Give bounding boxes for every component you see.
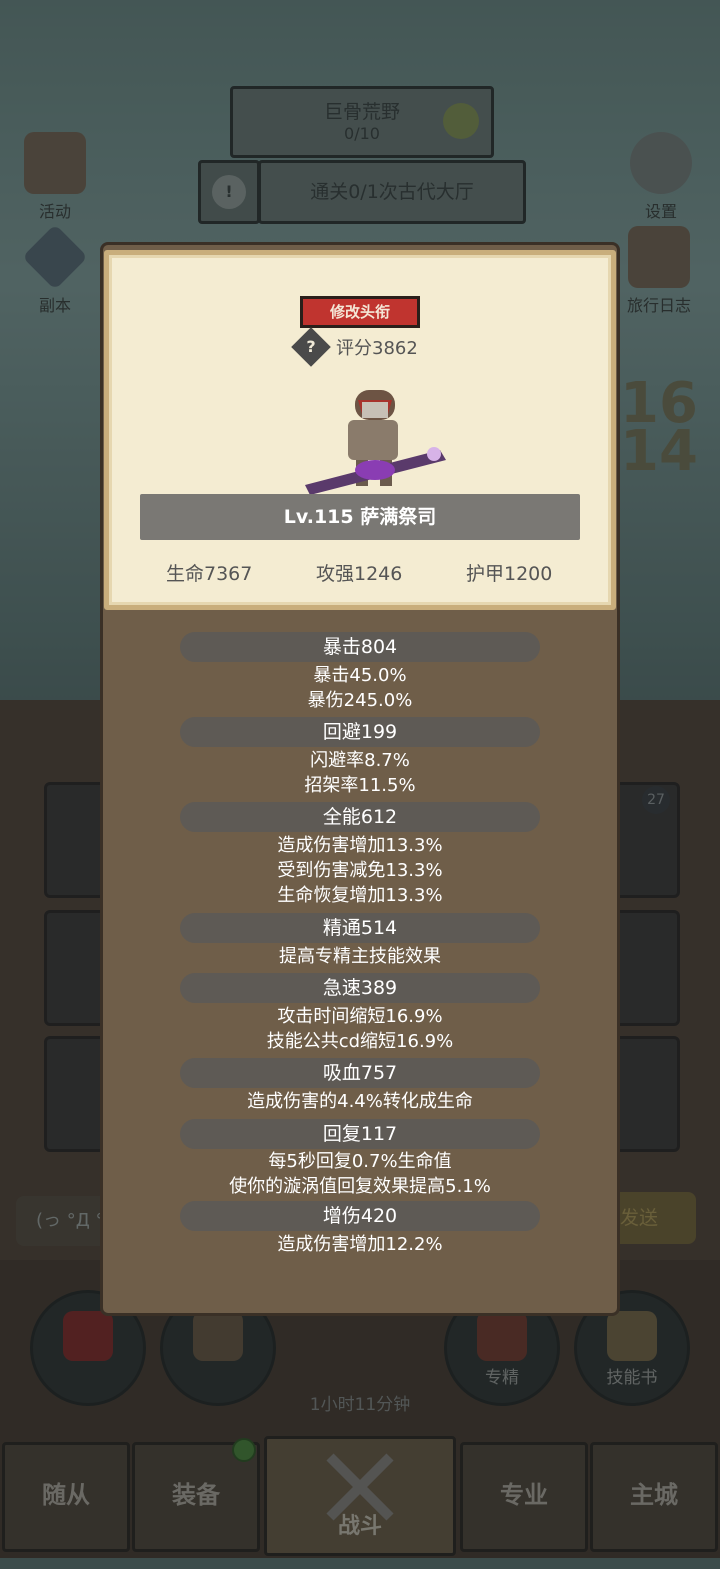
attack-stat: 攻强1246 xyxy=(316,563,403,585)
stat-line: 造成伤害增加13.3% xyxy=(277,835,443,856)
stat-header-avoidance: 回避199 xyxy=(180,717,540,747)
edit-title-button[interactable]: 修改头衔 xyxy=(300,296,420,328)
stat-header-regen: 回复117 xyxy=(180,1119,540,1149)
stat-line: 暴伤245.0% xyxy=(307,690,413,711)
stat-line: 攻击时间缩短16.9% xyxy=(277,1006,443,1027)
stat-line: 造成伤害的4.4%转化成生命 xyxy=(247,1091,473,1112)
stat-line: 暴击45.0% xyxy=(313,665,407,686)
character-name: Lv.115 萨满祭司 xyxy=(140,494,580,540)
stat-line: 使你的漩涡值回复效果提高5.1% xyxy=(229,1176,491,1197)
character-avatar xyxy=(305,390,446,495)
hp-stat: 生命7367 xyxy=(166,563,253,585)
stat-header-mastery: 精通514 xyxy=(180,913,540,943)
stat-line: 造成伤害增加12.2% xyxy=(277,1234,443,1255)
stat-line: 闪避率8.7% xyxy=(310,750,410,771)
score-text: 评分3862 xyxy=(336,338,418,359)
stat-line: 每5秒回复0.7%生命值 xyxy=(268,1151,452,1172)
stat-line: 受到伤害减免13.3% xyxy=(277,860,443,881)
stat-line: 技能公共cd缩短16.9% xyxy=(266,1031,454,1052)
stat-header-lifesteal: 吸血757 xyxy=(180,1058,540,1088)
stat-line: 生命恢复增加13.3% xyxy=(277,885,443,906)
stat-header-damage-bonus: 增伤420 xyxy=(180,1201,540,1231)
stat-header-haste: 急速389 xyxy=(180,973,540,1003)
stat-header-crit: 暴击804 xyxy=(180,632,540,662)
stat-line: 提高专精主技能效果 xyxy=(279,946,441,967)
help-icon[interactable]: ? xyxy=(291,327,331,367)
stat-header-versatility: 全能612 xyxy=(180,802,540,832)
armor-stat: 护甲1200 xyxy=(466,563,553,585)
stat-line: 招架率11.5% xyxy=(304,775,416,796)
